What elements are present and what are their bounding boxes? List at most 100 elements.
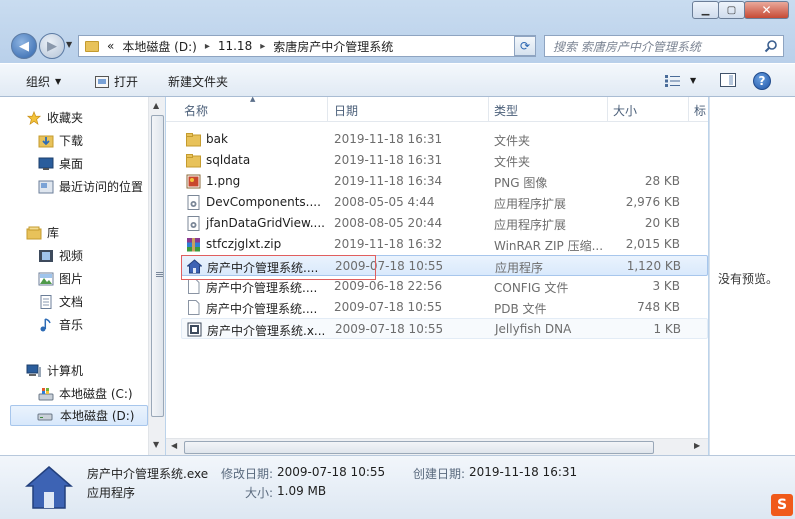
file-list: ▲ 名称 日期 类型 大小 标 bak 2019-11-18 16:31 文件夹 sq… [166,95,708,455]
file-row[interactable]: jfanDataGridView.... 2008-08-05 20:44 应用程序… [181,213,708,234]
file-date: 2019-11-18 16:34 [334,174,443,188]
nav-computer[interactable]: 计算机 [26,362,83,379]
scroll-left-icon[interactable]: ◀ [171,441,177,450]
nav-libraries[interactable]: 库 [26,224,59,241]
breadcrumb-current-folder[interactable]: 索唐房产中介管理系统 [273,38,393,55]
breadcrumb-separator[interactable]: ▸ [205,41,210,52]
file-row[interactable]: 房产中介管理系统.... 2009-07-18 10:55 应用程序 1,120 KB [181,255,708,276]
nav-drive-c[interactable]: 本地磁盘 (C:) [38,385,133,402]
nav-favorites-label: 收藏夹 [47,111,84,125]
file-list-scroll-thumb[interactable] [184,441,654,454]
file-type: Jellyfish DNA [495,322,572,336]
refresh-button[interactable]: ⟳ [514,36,536,56]
dll-file-icon [187,195,200,210]
column-header: ▲ 名称 日期 类型 大小 标 [166,95,708,122]
breadcrumb-drive-d[interactable]: 本地磁盘 (D:) [122,38,196,55]
search-input[interactable]: 搜索 索唐房产中介管理系统 [553,38,701,55]
open-button[interactable]: 打开 [95,73,138,90]
details-created-label: 创建日期: [413,467,466,481]
file-size: 28 KB [644,174,680,188]
help-button[interactable]: ? [753,72,771,90]
download-folder-icon [38,135,54,147]
search-icon[interactable] [764,39,778,53]
file-name: 房产中介管理系统.... [206,302,318,316]
nav-favorites[interactable]: 收藏夹 [26,109,83,126]
navigation-pane: 收藏夹 下载 桌面 最近访问的位置 库 视频 图片 文档 音乐 计算机 本地磁盘… [0,97,165,455]
nav-pictures-label: 图片 [59,272,84,286]
view-options-icon[interactable] [665,75,681,87]
back-button[interactable]: ◀ [11,33,37,59]
nav-music[interactable]: 音乐 [38,316,83,333]
file-type: PDB 文件 [494,302,547,316]
file-row[interactable]: bak 2019-11-18 16:31 文件夹 [181,129,708,150]
file-row[interactable]: DevComponents.... 2008-05-05 4:44 应用程序扩展 2,… [181,192,708,213]
maximize-button[interactable]: ▢ [718,1,745,19]
folder-icon [85,40,99,52]
file-name: jfanDataGridView.... [206,216,325,230]
file-row[interactable]: sqldata 2019-11-18 16:31 文件夹 [181,150,708,171]
recent-places-icon [38,180,54,193]
nav-downloads[interactable]: 下载 [38,132,83,149]
file-row[interactable]: 房产中介管理系统.... 2009-07-18 10:55 PDB 文件 748 KB [181,297,708,318]
details-modified: 2009-07-18 10:55 [277,465,386,479]
close-button[interactable]: ✕ [744,1,789,19]
address-bar[interactable]: « 本地磁盘 (D:) ▸ 11.18 ▸ 索唐房产中介管理系统 [78,35,536,57]
arrow-left-icon: ◀ [19,38,29,54]
search-box[interactable]: 搜索 索唐房产中介管理系统 [544,35,784,57]
file-size: 3 KB [652,279,680,293]
drive-icon [37,413,53,421]
system-drive-icon [38,387,54,400]
nav-vertical-scrollbar[interactable]: ▲ ▼ [148,97,165,455]
sort-ascending-icon: ▲ [250,95,256,103]
file-date: 2019-11-18 16:31 [334,153,443,167]
file-row[interactable]: 1.png 2019-11-18 16:34 PNG 图像 28 KB [181,171,708,192]
minimize-button[interactable]: ▁ [692,1,719,19]
breadcrumb-11-18[interactable]: 11.18 [218,39,252,53]
file-list-horizontal-scrollbar[interactable]: ◀ ▶ [166,438,708,455]
breadcrumb-separator[interactable]: ▸ [260,41,265,52]
recent-pages-dropdown[interactable]: ▼ [66,40,72,49]
file-row[interactable]: 房产中介管理系统.x... 2009-07-18 10:55 Jellyfish D… [181,318,708,339]
nav-drive-d[interactable]: 本地磁盘 (D:) [10,405,148,426]
file-size: 1,120 KB [626,259,681,273]
column-name[interactable]: 名称 [184,102,208,119]
blank-file-icon [188,300,200,315]
desktop-icon [38,157,54,170]
scroll-right-icon[interactable]: ▶ [694,441,700,450]
breadcrumb-overflow[interactable]: « [107,39,114,53]
column-date[interactable]: 日期 [334,102,358,119]
view-dropdown-icon[interactable]: ▼ [690,76,696,85]
file-date: 2008-05-05 4:44 [334,195,435,209]
nav-recent-label: 最近访问的位置 [59,180,144,194]
window-chrome: ▁ ▢ ✕ ◀ ▶ ▼ « 本地磁盘 (D:) ▸ 11.18 ▸ 索唐房产中介… [0,0,795,63]
file-row[interactable]: stfczjglxt.zip 2019-11-18 16:32 WinRAR ZIP… [181,234,708,255]
scroll-up-icon[interactable]: ▲ [153,101,159,110]
forward-button[interactable]: ▶ [39,33,65,59]
preview-pane-icon[interactable] [720,73,736,87]
details-filename: 房产中介管理系统.exe [87,467,209,481]
nav-pictures[interactable]: 图片 [38,270,83,287]
column-type[interactable]: 类型 [494,102,518,119]
nav-desktop[interactable]: 桌面 [38,155,83,172]
image-file-icon [186,174,201,189]
pictures-icon [38,272,54,285]
column-size[interactable]: 大小 [613,102,637,119]
file-row[interactable]: 房产中介管理系统.... 2009-06-18 22:56 CONFIG 文件 3 K… [181,276,708,297]
nav-videos[interactable]: 视频 [38,247,83,264]
file-name: DevComponents.... [206,195,321,209]
nav-recent-places[interactable]: 最近访问的位置 [38,178,143,195]
chevron-down-icon: ▼ [55,77,62,86]
file-date: 2009-06-18 22:56 [334,279,443,293]
nav-scroll-thumb[interactable] [151,115,164,417]
column-tags[interactable]: 标 [694,102,706,119]
nav-documents[interactable]: 文档 [38,293,83,310]
file-size: 20 KB [644,216,680,230]
organize-button[interactable]: 组织 ▼ [26,73,61,90]
documents-icon [40,294,52,309]
scroll-down-icon[interactable]: ▼ [153,440,159,449]
new-folder-button[interactable]: 新建文件夹 [168,73,228,90]
file-size: 1 KB [653,322,681,336]
file-type: 应用程序扩展 [494,197,567,211]
details-type: 应用程序 [87,486,136,500]
details-modified-label: 修改日期: [221,467,274,481]
